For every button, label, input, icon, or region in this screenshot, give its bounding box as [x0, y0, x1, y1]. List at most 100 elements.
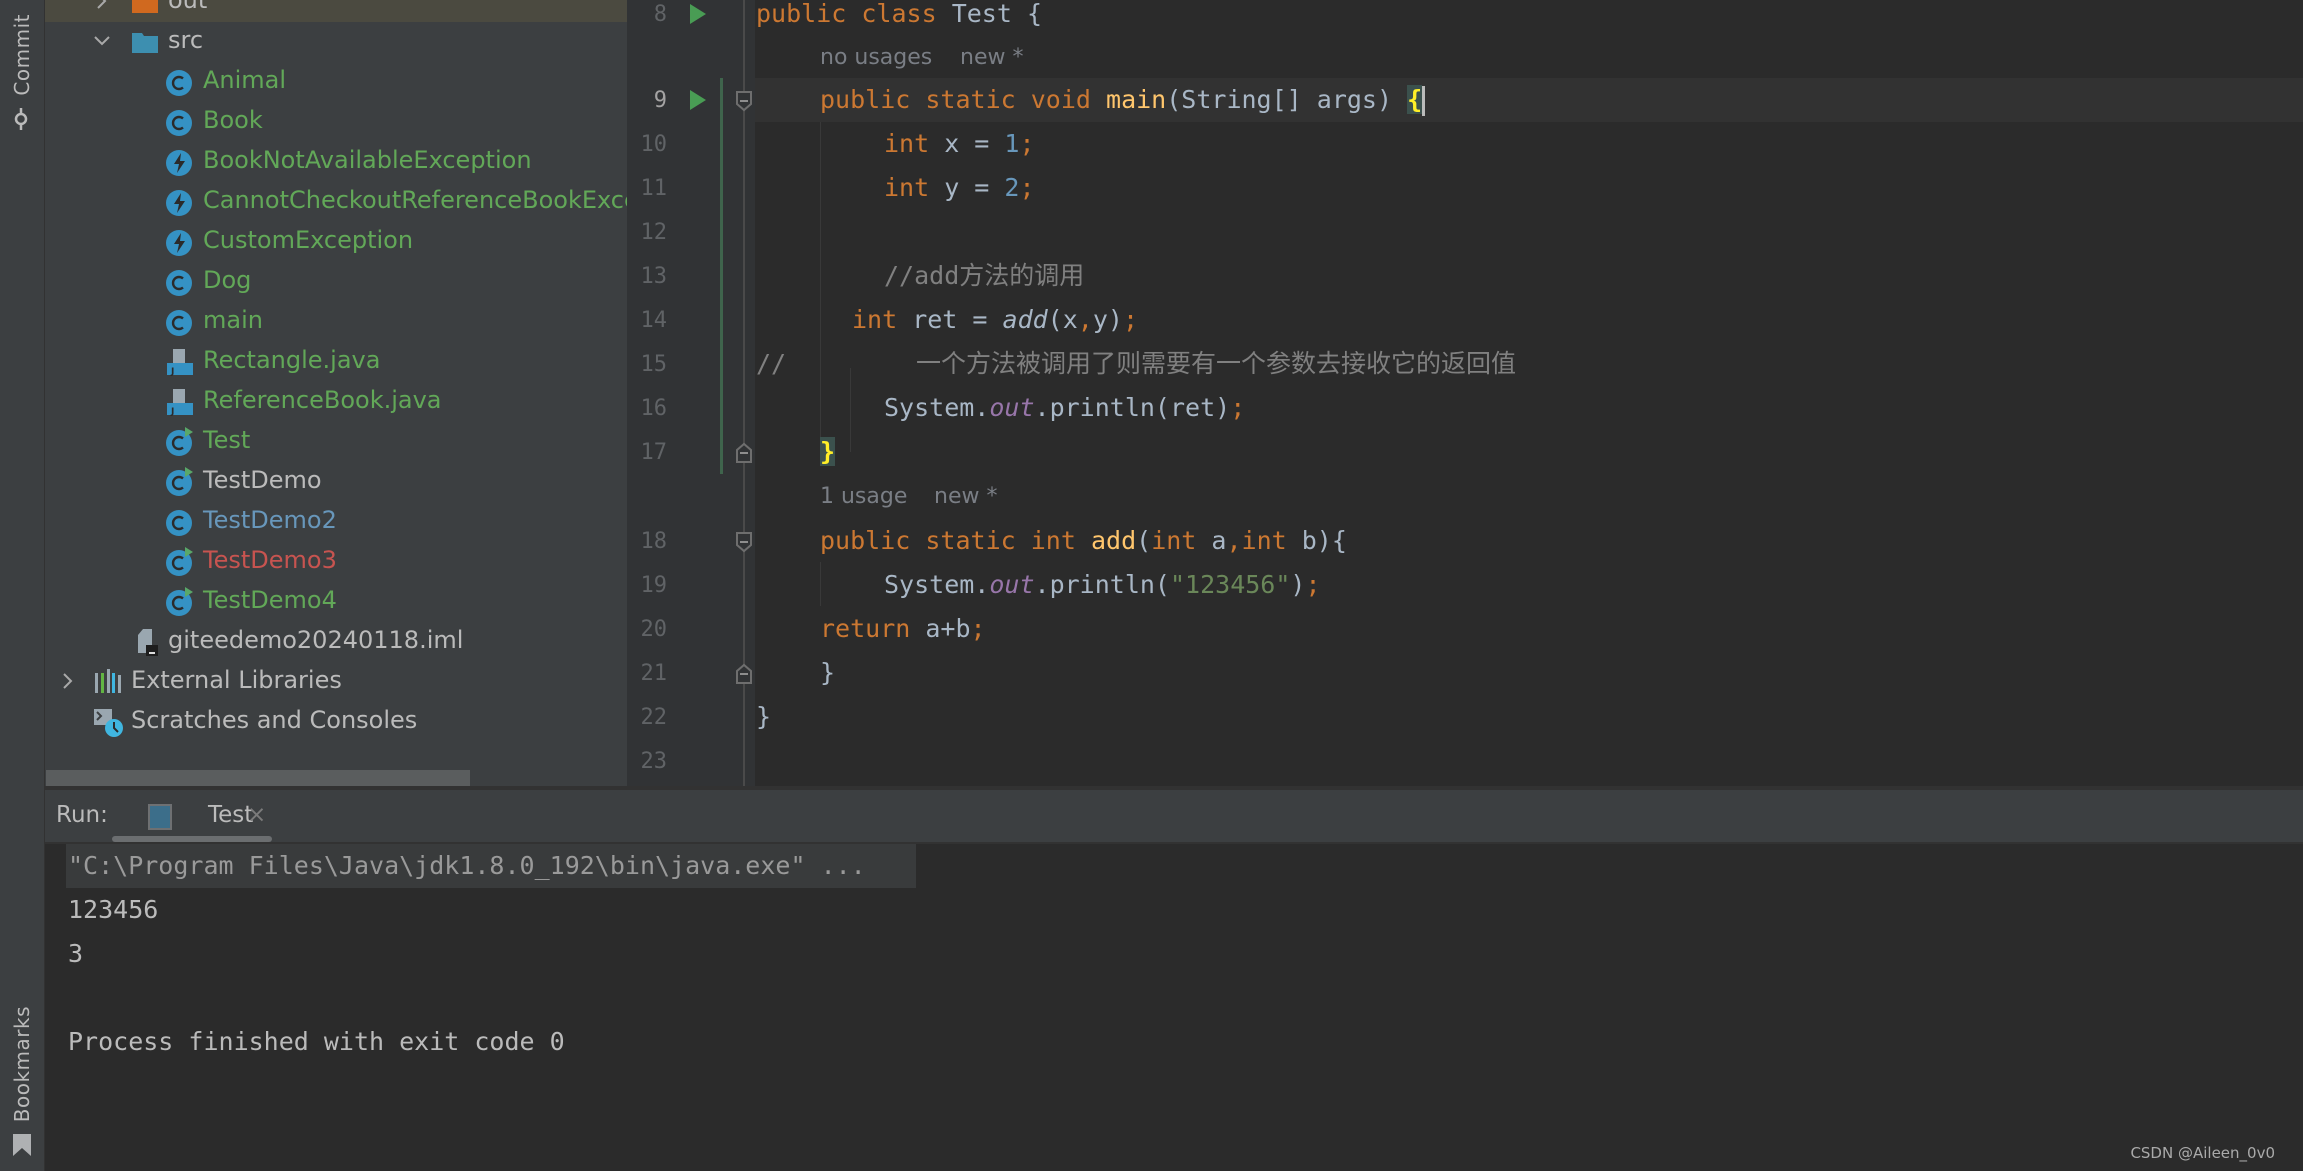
tree-item[interactable]: Book [45, 102, 627, 142]
code-line-18[interactable]: public static int add(int a,int b){ [820, 519, 1347, 563]
tree-item-label: External Libraries [131, 666, 342, 694]
vcs-change-marker [720, 78, 723, 474]
brace: } [820, 658, 836, 687]
run-panel-header [45, 790, 2303, 844]
keyword: public [820, 526, 911, 555]
tree-item[interactable]: Animal [45, 62, 627, 102]
code-line-15-text: 一个方法被调用了则需要有一个参数去接收它的返回值 [916, 342, 1516, 386]
bookmarks-tool-button[interactable]: Bookmarks [6, 1000, 38, 1165]
fold-marker-open-icon[interactable] [735, 90, 753, 116]
code-line-15[interactable]: // [756, 342, 786, 386]
console-output[interactable] [45, 844, 2303, 1171]
tree-item[interactable]: External Libraries [45, 662, 627, 702]
tree-item[interactable]: TestDemo3 [45, 542, 627, 582]
scratches-icon [93, 707, 123, 737]
class-icon [165, 67, 195, 97]
run-tab-test[interactable]: Test × [140, 796, 280, 836]
run-gutter-icon[interactable] [690, 4, 706, 24]
line-number: 10 [640, 132, 668, 157]
author-inlay[interactable]: new * [934, 475, 997, 519]
tree-item-label: TestDemo2 [203, 506, 337, 534]
chevron-right-icon[interactable] [93, 0, 111, 10]
keyword: public [756, 0, 847, 28]
source-folder-icon [130, 27, 160, 57]
brace: { [1026, 0, 1043, 28]
string-literal: "123456" [1169, 570, 1291, 599]
excluded-folder-icon [130, 0, 160, 17]
tree-item[interactable]: CannotCheckoutReferenceBookException [45, 182, 627, 222]
tree-item-label: main [203, 306, 263, 334]
tree-item[interactable]: src [45, 22, 627, 62]
tree-item[interactable]: CustomException [45, 222, 627, 262]
code-line-11[interactable]: int y = 2; [884, 166, 1035, 210]
tree-item[interactable]: BookNotAvailableException [45, 142, 627, 182]
code-line-8[interactable]: public class Test { [756, 0, 1042, 36]
tree-item[interactable]: Dog [45, 262, 627, 302]
fold-marker-open-icon[interactable] [735, 531, 753, 557]
code-text: y) [1092, 305, 1123, 334]
tree-item-label: Book [203, 106, 263, 134]
fold-marker-close-icon[interactable] [735, 442, 753, 468]
console-line: 3 [68, 939, 84, 968]
semicolon: ; [1019, 129, 1035, 158]
project-tree-horizontal-scrollbar[interactable] [46, 770, 470, 786]
tree-item[interactable]: TestDemo4 [45, 582, 627, 622]
code-line-20[interactable]: return a+b; [820, 607, 986, 651]
usages-inlay[interactable]: 1 usage [820, 475, 907, 519]
usages-inlay[interactable]: no usages [820, 36, 932, 80]
chevron-down-icon[interactable] [93, 32, 111, 50]
code-line-16[interactable]: System.out.println(ret); [884, 386, 1245, 430]
tree-item[interactable]: giteedemo20240118.iml [45, 622, 627, 662]
keyword: static [925, 526, 1016, 555]
line-number: 14 [640, 308, 668, 333]
author-inlay[interactable]: new * [960, 36, 1023, 80]
code-line-14[interactable]: int ret = add(x,y); [852, 298, 1138, 342]
code-line-22[interactable]: } [756, 695, 771, 739]
fold-marker-close-icon[interactable] [735, 663, 753, 689]
console-icon [148, 804, 172, 830]
tree-item-label: TestDemo [203, 466, 322, 494]
class-icon [165, 267, 195, 297]
close-icon[interactable]: × [247, 802, 266, 828]
code-line-10[interactable]: int x = 1; [884, 122, 1035, 166]
tree-item[interactable]: TestDemo2 [45, 502, 627, 542]
indent-guide [820, 562, 821, 606]
keyword: static [925, 85, 1016, 114]
code-line-13[interactable]: //add方法的调用 [884, 254, 1084, 298]
commit-icon [14, 108, 28, 130]
run-gutter-icon[interactable] [690, 90, 706, 110]
tree-item[interactable]: TestDemo [45, 462, 627, 502]
code-line-21[interactable]: } [820, 651, 835, 695]
line-number: 8 [653, 2, 667, 27]
code-text: .println(ret) [1034, 393, 1231, 422]
chevron-right-icon[interactable] [59, 672, 77, 690]
bookmarks-label: Bookmarks [10, 1006, 34, 1123]
line-number: 13 [640, 264, 668, 289]
code-line-19[interactable]: System.out.println("123456"); [884, 563, 1321, 607]
code-line-17[interactable]: } [820, 430, 836, 474]
code-line-9[interactable]: public static void main(String[] args) { [820, 78, 1426, 122]
commit-tool-button[interactable]: Commit [6, 8, 38, 130]
tree-item[interactable]: Test [45, 422, 627, 462]
line-number: 23 [640, 749, 668, 774]
tree-item[interactable]: J Rectangle.java [45, 342, 627, 382]
runnable-class-icon [165, 467, 195, 497]
code-text: (x [1047, 305, 1078, 334]
comma: , [1077, 305, 1093, 334]
code-text: x = [929, 129, 1005, 158]
indent-guide [820, 122, 821, 462]
module-file-icon [130, 627, 160, 657]
line-number: 15 [640, 352, 668, 377]
text-caret [1422, 86, 1426, 116]
tree-item[interactable]: Scratches and Consoles [45, 702, 627, 742]
line-number: 9 [653, 88, 667, 113]
tree-item[interactable]: J ReferenceBook.java [45, 382, 627, 422]
line-number: 17 [640, 440, 668, 465]
tree-item[interactable]: main [45, 302, 627, 342]
keyword: int [884, 129, 930, 158]
brace: } [756, 702, 772, 731]
svg-text:J: J [170, 367, 174, 377]
method-name: add [1090, 526, 1137, 555]
tree-item[interactable]: out [45, 0, 627, 22]
line-number: 12 [640, 220, 668, 245]
